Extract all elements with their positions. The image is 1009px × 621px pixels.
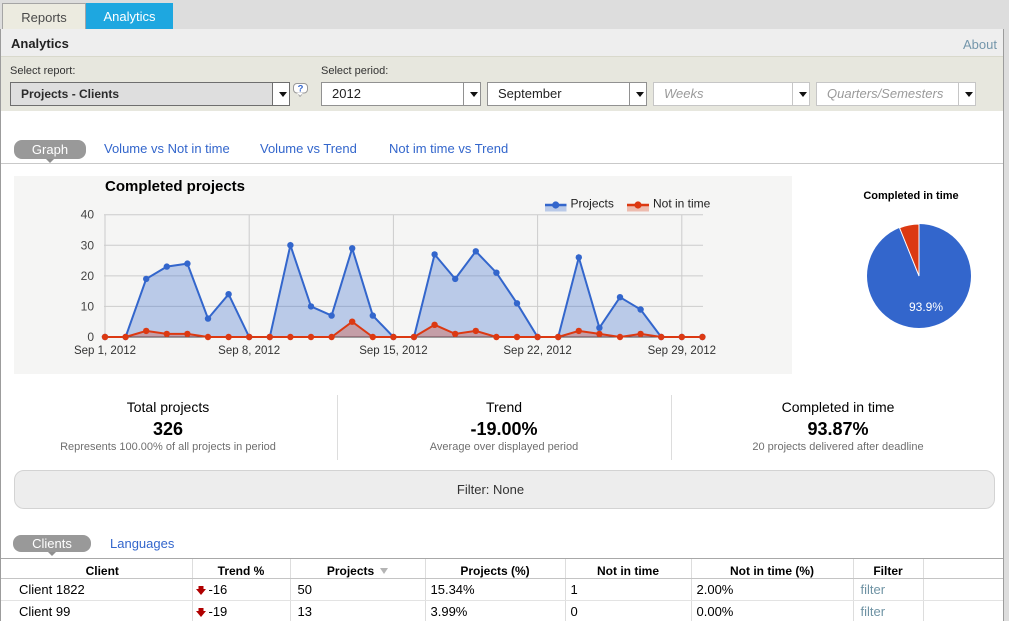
- svg-text:Not in time: Not in time: [653, 197, 711, 211]
- svg-text:10: 10: [81, 299, 95, 313]
- svg-text:Sep 29, 2012: Sep 29, 2012: [648, 345, 716, 357]
- svg-text:?: ?: [298, 84, 304, 95]
- svg-text:Sep 8, 2012: Sep 8, 2012: [218, 345, 280, 357]
- svg-text:Sep 1, 2012: Sep 1, 2012: [74, 345, 136, 357]
- svg-text:20: 20: [81, 269, 95, 283]
- svg-text:30: 30: [81, 238, 95, 252]
- svg-text:0: 0: [87, 330, 94, 344]
- svg-text:Sep 15, 2012: Sep 15, 2012: [359, 345, 427, 357]
- svg-text:Projects: Projects: [571, 197, 614, 211]
- svg-text:40: 40: [81, 208, 95, 222]
- svg-text:93.9%: 93.9%: [909, 300, 943, 314]
- svg-text:Sep 22, 2012: Sep 22, 2012: [503, 345, 571, 357]
